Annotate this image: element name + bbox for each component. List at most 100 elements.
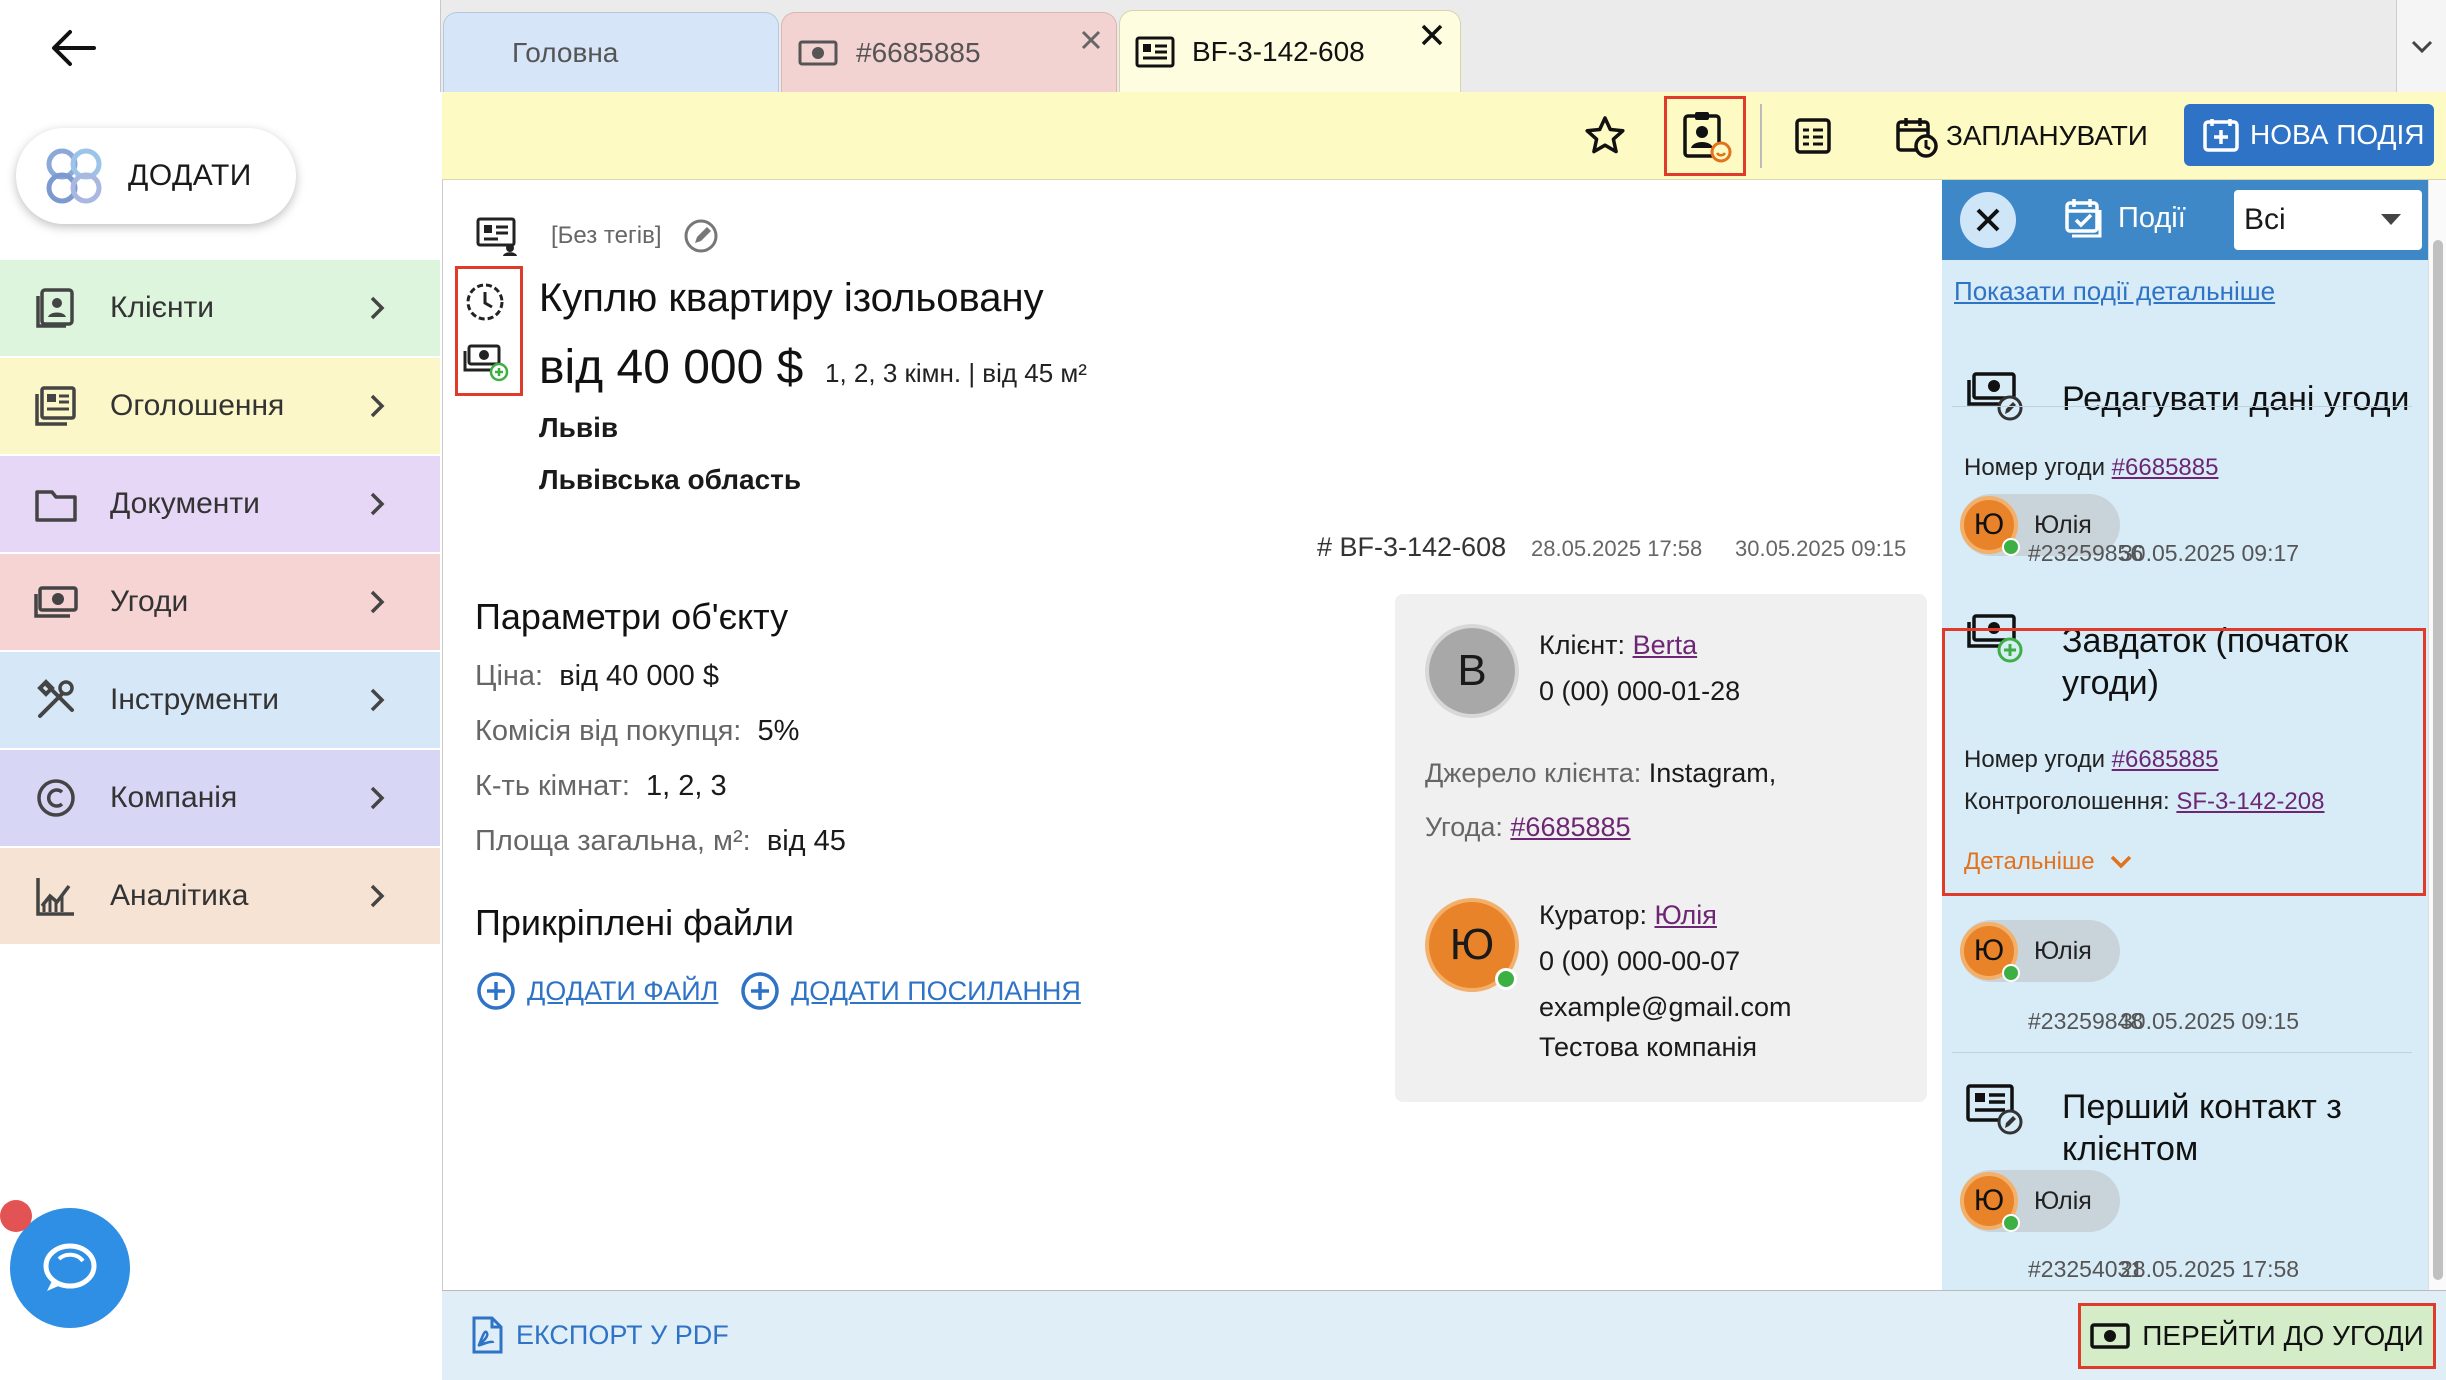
user-name: Юлія [2034, 936, 2092, 965]
schedule-label: ЗАПЛАНУВАТИ [1946, 120, 2148, 151]
add-link-button[interactable]: ДОДАТИ ПОСИЛАННЯ [739, 970, 1081, 1012]
deal-link[interactable]: #6685885 [1510, 812, 1630, 842]
client-deal-line: Угода: #6685885 [1425, 812, 1631, 843]
sidebar-item-label: Клієнти [110, 291, 215, 324]
edit-tags-icon[interactable] [681, 216, 721, 256]
add-button[interactable]: ДОДАТИ [16, 128, 296, 224]
chevron-right-icon [362, 391, 392, 421]
listing-city: Львів [539, 412, 619, 443]
sidebar-item-listings[interactable]: Оголошення [0, 358, 440, 454]
calendar-plus-icon [2202, 116, 2240, 154]
schedule-button[interactable]: ЗАПЛАНУВАТИ [1894, 92, 2148, 180]
param-value: 1, 2, 3 [646, 770, 727, 802]
sidebar-item-label: Угоди [110, 585, 189, 618]
listing-edit-icon [1964, 1080, 2024, 1136]
tab-label: BF-3-142-608 [1192, 35, 1365, 67]
tools-icon [32, 676, 80, 724]
events-title-label: Події [2118, 201, 2186, 234]
event-date: 30.05.2025 09:17 [2120, 540, 2300, 566]
favorite-button[interactable] [1572, 92, 1638, 180]
close-tab-icon[interactable] [1420, 23, 1444, 47]
listing-id: # BF-3-142-608 [1317, 532, 1507, 562]
client-name-link[interactable]: Berta [1633, 630, 1698, 660]
event-date: 30.05.2025 09:15 [2120, 1008, 2300, 1034]
user-name: Юлія [2034, 510, 2092, 539]
tags-label: [Без тегів] [551, 222, 662, 249]
footer-bar: ЕКСПОРТ У PDF ПЕРЕЙТИ ДО УГОДИ [442, 1290, 2446, 1380]
sidebar-item-deals[interactable]: Угоди [0, 554, 440, 650]
avatar-initial: Ю [1973, 1184, 2005, 1217]
curator-name-link[interactable]: Юлія [1654, 900, 1716, 930]
client-phone: 0 (00) 000-01-28 [1539, 676, 1741, 706]
notification-dot [0, 1200, 32, 1232]
param-value: від 45 [766, 825, 846, 857]
add-button-label: ДОДАТИ [128, 159, 252, 192]
events-scrollbar[interactable] [2428, 180, 2446, 1290]
goto-deal-button[interactable]: ПЕРЕЙТИ ДО УГОДИ [2078, 1303, 2436, 1369]
client-name-line: Клієнт: Berta [1539, 630, 1697, 661]
calendar-check-icon [2064, 196, 2108, 240]
export-pdf-button[interactable]: ЕКСПОРТ У PDF [470, 1315, 729, 1355]
curator-phone: 0 (00) 000-00-07 [1539, 946, 1741, 976]
close-tab-icon[interactable] [1080, 29, 1102, 51]
tab-bar: Головна #6685885 BF-3-142-608 [440, 0, 2446, 92]
events-filter-select[interactable]: Всі [2234, 190, 2422, 250]
listing-title: Куплю квартиру ізольовану [539, 276, 1044, 320]
sidebar: ДОДАТИ Клієнти Оголошення Документи Угод… [0, 0, 440, 1380]
tab-label: Головна [512, 36, 619, 68]
sidebar-item-analytics[interactable]: Аналітика [0, 848, 440, 944]
user-avatar: Ю [1960, 1172, 2020, 1232]
tab-deal[interactable]: #6685885 [781, 12, 1117, 92]
highlight-box [455, 266, 523, 396]
curator-name-line: Куратор: Юлія [1539, 900, 1717, 931]
params-heading: Параметри об'єкту [475, 596, 789, 637]
add-file-button[interactable]: ДОДАТИ ФАЙЛ [475, 970, 718, 1012]
event-title: Редагувати дані угоди [2062, 380, 2410, 418]
param-row: Ціна: від 40 000 $ [475, 660, 719, 693]
avatar-initial: Ю [1973, 934, 2005, 967]
analytics-icon [32, 872, 80, 920]
events-header: Події Всі [1942, 180, 2428, 260]
listing-price: від 40 000 $ [539, 341, 804, 394]
client-avatar: B [1425, 624, 1519, 718]
filter-value: Всі [2244, 203, 2286, 236]
event-date: 28.05.2025 17:58 [2120, 1256, 2300, 1282]
curator-label: Куратор: [1539, 900, 1647, 930]
calendar-clock-icon [1894, 114, 1938, 158]
toolbar-divider [1760, 104, 1762, 168]
param-label: Комісія від покупця: [475, 715, 742, 747]
tabs-dropdown-button[interactable] [2396, 0, 2446, 92]
sidebar-item-label: Оголошення [110, 389, 285, 422]
close-events-button[interactable] [1960, 192, 2016, 248]
chat-bubble-icon [35, 1233, 105, 1303]
sidebar-item-documents[interactable]: Документи [0, 456, 440, 552]
avatar-initial: Ю [1449, 920, 1495, 969]
add-link-label: ДОДАТИ ПОСИЛАННЯ [791, 975, 1081, 1006]
client-card: B Клієнт: Berta 0 (00) 000-01-28 Джерело… [1395, 594, 1927, 1102]
calculator-button[interactable] [1776, 92, 1850, 180]
chevron-right-icon [362, 783, 392, 813]
listing-card-icon [475, 216, 519, 256]
param-value: 5% [757, 715, 800, 747]
scrollbar-thumb[interactable] [2433, 240, 2443, 1280]
avatar-initial: Ю [1973, 508, 2005, 541]
deal-label: Угода: [1425, 812, 1503, 842]
event-user-chip: Ю Юлія [1960, 1170, 2120, 1232]
sidebar-item-label: Інструменти [110, 683, 280, 716]
curator-email: example@gmail.com [1539, 992, 1792, 1022]
show-details-link[interactable]: Показати події детальніше [1954, 276, 2275, 307]
highlight-box [1942, 628, 2426, 896]
sidebar-item-tools[interactable]: Інструменти [0, 652, 440, 748]
money-icon [2090, 1322, 2131, 1350]
tab-home[interactable]: Головна [443, 12, 779, 92]
param-value: від 40 000 $ [559, 660, 719, 692]
tab-listing[interactable]: BF-3-142-608 [1119, 10, 1461, 92]
chevron-down-icon [2409, 33, 2435, 59]
sidebar-item-company[interactable]: Компанія [0, 750, 440, 846]
sidebar-item-label: Аналітика [110, 879, 249, 912]
sidebar-item-clients[interactable]: Клієнти [0, 260, 440, 356]
back-arrow-icon[interactable] [48, 22, 100, 74]
event-line-label: Номер угоди [1964, 454, 2105, 481]
event-deal-link[interactable]: #6685885 [2112, 454, 2219, 481]
new-event-button[interactable]: НОВА ПОДІЯ [2184, 104, 2434, 166]
